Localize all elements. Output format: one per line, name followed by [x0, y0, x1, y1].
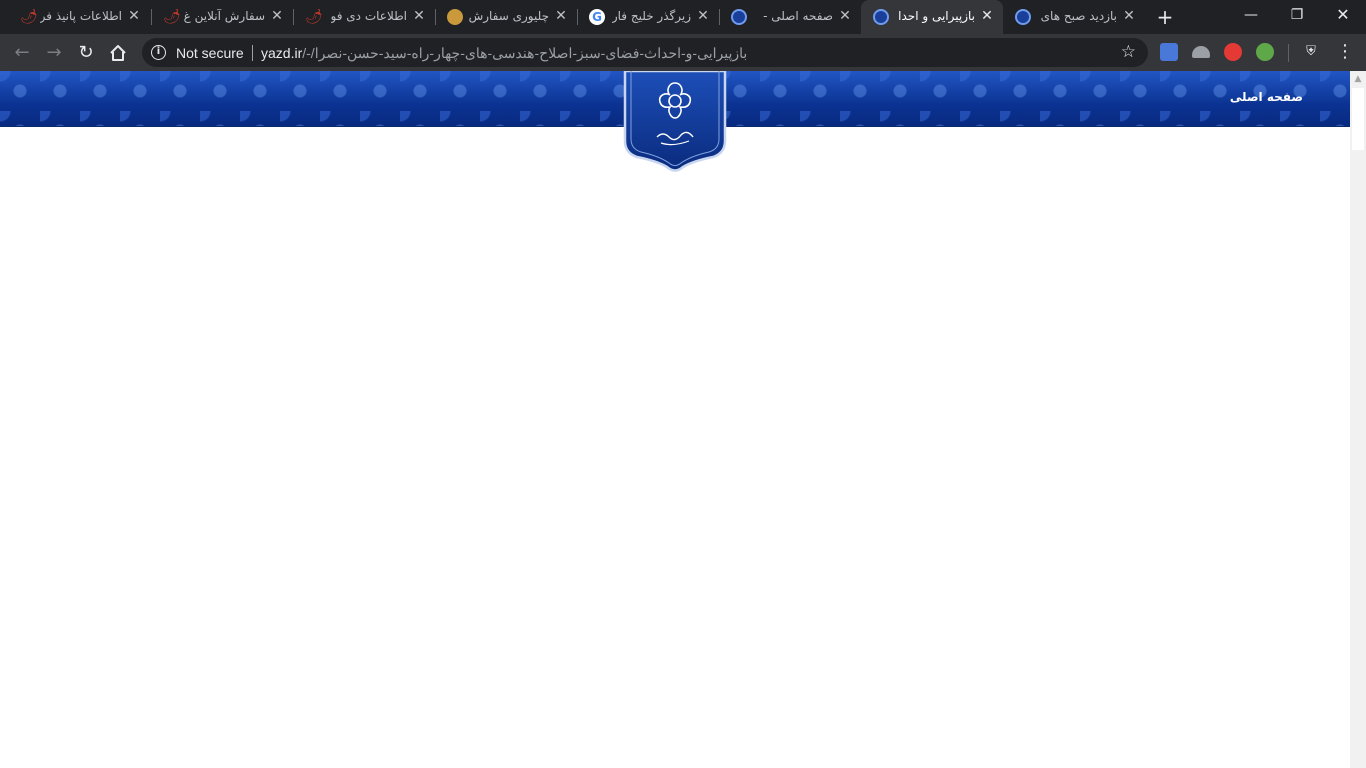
new-tab-button[interactable]: +: [1153, 5, 1177, 29]
browser-tab-strip: 🌶 اطلاعات پانیذ فر ✕ 🌶 سفارش آنلاین غ ✕ …: [0, 0, 1366, 34]
tab-5[interactable]: G زیرگذر خلیج فار ✕: [577, 0, 719, 34]
home-icon: [110, 45, 126, 61]
tab-title: چلیوری سفارش: [468, 9, 549, 23]
tab-title: صفحه اصلی -: [763, 9, 833, 23]
food-bowl-icon: [447, 9, 463, 25]
yazd-emblem-icon: [731, 9, 747, 25]
reload-button[interactable]: ↻: [73, 40, 99, 66]
close-tab-icon[interactable]: ✕: [1121, 8, 1137, 24]
close-tab-icon[interactable]: ✕: [553, 8, 569, 24]
tab-title: سفارش آنلاین غ: [183, 9, 265, 23]
red-chili-icon: 🌶: [305, 9, 323, 25]
tab-title: اطلاعات پانیذ فر: [39, 9, 122, 23]
url-separator: [252, 45, 253, 61]
close-tab-icon[interactable]: ✕: [269, 8, 285, 24]
tab-title: زیرگذر خلیج فار: [611, 9, 691, 23]
minimize-button[interactable]: —: [1228, 0, 1274, 32]
close-tab-icon[interactable]: ✕: [695, 8, 711, 24]
forward-button[interactable]: →: [41, 40, 67, 66]
security-label[interactable]: Not secure: [176, 45, 244, 61]
toolbar-separator: [1288, 44, 1289, 62]
google-translate-icon[interactable]: [1160, 43, 1178, 61]
tab-title: بازپیرایی و احدا: [898, 9, 975, 23]
tab-4[interactable]: چلیوری سفارش ✕: [435, 0, 577, 34]
tab-8[interactable]: بازدید صبح های ✕: [1003, 0, 1145, 34]
incognito-icon[interactable]: ⛨: [1302, 43, 1320, 61]
globe-extension-icon[interactable]: [1256, 43, 1274, 61]
tab-3[interactable]: 🌶 اطلاعات دی فو ✕: [293, 0, 435, 34]
url-host: yazd.ir: [261, 45, 303, 61]
address-bar[interactable]: i Not secure yazd.ir/-/بازپیرایی-و-احداث…: [142, 38, 1148, 67]
info-icon[interactable]: i: [151, 45, 166, 60]
red-chili-icon: 🌶: [163, 9, 181, 25]
close-window-button[interactable]: ✕: [1320, 0, 1366, 32]
tab-7-active[interactable]: بازپیرایی و احدا ✕: [861, 0, 1003, 34]
url-text[interactable]: yazd.ir/-/بازپیرایی-و-احداث-فضای-سبز-اصل…: [261, 45, 747, 62]
home-button[interactable]: [105, 40, 131, 66]
browser-toolbar: ← → ↻ i Not secure yazd.ir/-/بازپیرایی-و…: [0, 34, 1366, 71]
back-button[interactable]: ←: [9, 40, 35, 66]
home-nav-link[interactable]: صفحه اصلی: [1230, 90, 1303, 104]
bookmark-star-icon[interactable]: ☆: [1121, 42, 1136, 62]
browser-menu-icon[interactable]: ⋮: [1336, 41, 1354, 62]
yazd-emblem-icon: [1015, 9, 1031, 25]
close-tab-icon[interactable]: ✕: [411, 8, 427, 24]
tab-1[interactable]: 🌶 اطلاعات پانیذ فر ✕: [8, 0, 150, 34]
close-tab-icon[interactable]: ✕: [837, 8, 853, 24]
scroll-up-arrow-icon[interactable]: ▲: [1350, 71, 1366, 87]
google-icon: G: [589, 9, 605, 25]
red-chili-icon: 🌶: [20, 9, 38, 25]
yazd-emblem-icon: [873, 9, 889, 25]
tab-2[interactable]: 🌶 سفارش آنلاین غ ✕: [151, 0, 293, 34]
url-path: /-/بازپیرایی-و-احداث-فضای-سبز-اصلاح-هندس…: [302, 45, 748, 61]
tab-title: بازدید صبح های: [1040, 9, 1117, 23]
cloud-extension-icon[interactable]: [1192, 46, 1210, 58]
page-scrollbar[interactable]: ▲: [1350, 71, 1366, 768]
yazd-municipality-emblem[interactable]: [623, 71, 727, 175]
scroll-thumb[interactable]: [1352, 88, 1364, 150]
close-tab-icon[interactable]: ✕: [126, 8, 142, 24]
tab-title: اطلاعات دی فو: [330, 9, 407, 23]
close-tab-icon[interactable]: ✕: [979, 8, 995, 24]
tab-6[interactable]: صفحه اصلی - ✕: [719, 0, 861, 34]
adblock-icon[interactable]: [1224, 43, 1242, 61]
restore-button[interactable]: ❐: [1274, 0, 1320, 32]
